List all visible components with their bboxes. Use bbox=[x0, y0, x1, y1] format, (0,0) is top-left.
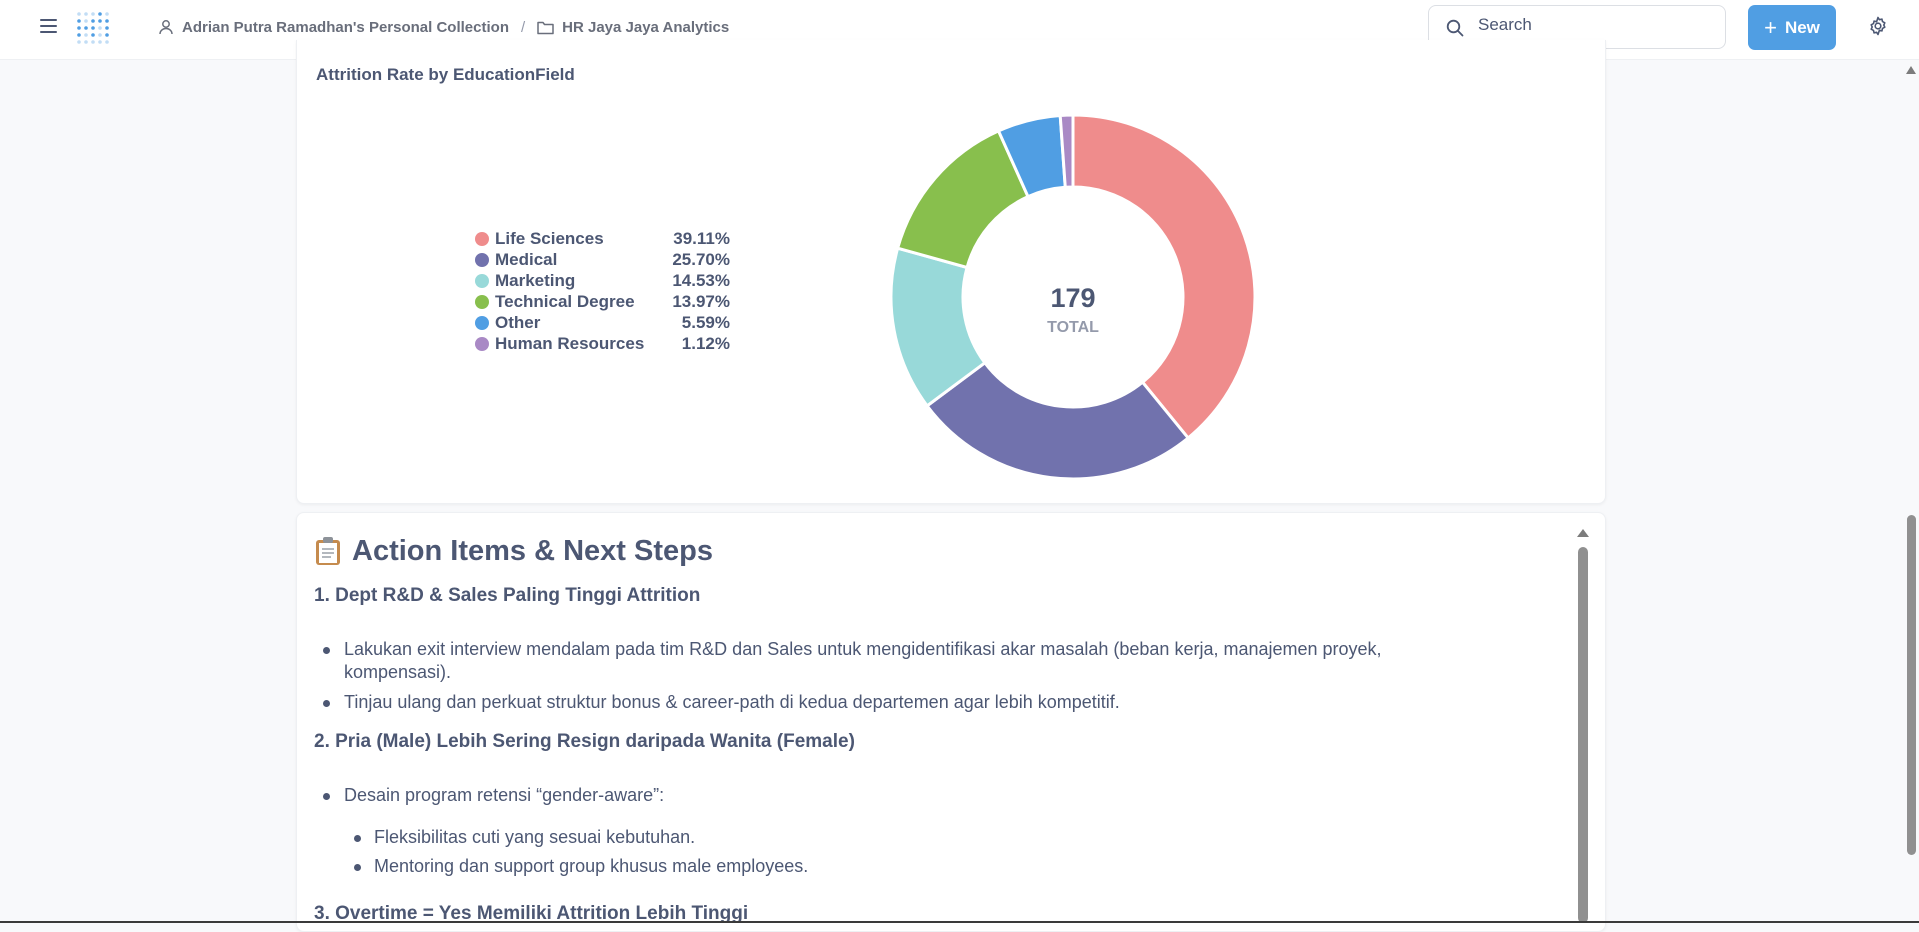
scrollbar-thumb[interactable] bbox=[1578, 547, 1588, 923]
legend-item[interactable]: Medical 25.70% bbox=[475, 249, 730, 270]
gear-icon[interactable] bbox=[1868, 16, 1888, 36]
legend-label: Technical Degree bbox=[495, 291, 635, 311]
sub-list-item: Mentoring dan support group khusus male … bbox=[353, 856, 809, 876]
legend-value: 5.59% bbox=[681, 312, 730, 332]
legend-dot bbox=[475, 294, 489, 309]
scrollbar-thumb[interactable] bbox=[1907, 515, 1916, 855]
legend-value: 13.97% bbox=[672, 291, 730, 311]
card-scrollbar[interactable] bbox=[1576, 529, 1590, 927]
donut-total-label: TOTAL bbox=[1047, 319, 1099, 336]
legend-item[interactable]: Life Sciences 39.11% bbox=[475, 228, 730, 249]
legend-value: 25.70% bbox=[672, 249, 730, 269]
person-icon bbox=[159, 20, 173, 35]
metabase-logo[interactable] bbox=[75, 9, 113, 47]
legend-value: 14.53% bbox=[672, 270, 730, 290]
legend-label: Medical bbox=[495, 249, 558, 269]
legend-item[interactable]: Marketing 14.53% bbox=[475, 270, 730, 291]
legend-label: Marketing bbox=[495, 270, 576, 290]
chart-title[interactable]: Attrition Rate by EducationField bbox=[316, 65, 575, 85]
donut-slice-life-sciences[interactable] bbox=[1071, 113, 1257, 441]
legend-label: Human Resources bbox=[495, 333, 645, 353]
new-button-label: New bbox=[1784, 17, 1820, 37]
plus-icon: + bbox=[1764, 14, 1777, 40]
breadcrumb-dashboard[interactable]: HR Jaya Jaya Analytics bbox=[562, 19, 729, 36]
breadcrumb: Adrian Putra Ramadhan's Personal Collect… bbox=[158, 17, 729, 37]
action-items-title: Action Items & Next Steps bbox=[314, 533, 713, 569]
section-heading-2: 2. Pria (Male) Lebih Sering Resign darip… bbox=[314, 731, 855, 752]
list-item-continuation: kompensasi). bbox=[344, 662, 452, 682]
breadcrumb-collection[interactable]: Adrian Putra Ramadhan's Personal Collect… bbox=[182, 19, 509, 36]
new-button[interactable]: + New bbox=[1748, 5, 1836, 50]
folder-icon bbox=[537, 21, 554, 34]
legend-dot bbox=[475, 273, 489, 288]
clipboard-icon bbox=[316, 537, 340, 565]
legend-dot bbox=[475, 231, 489, 246]
list-item: Lakukan exit interview mendalam pada tim… bbox=[323, 639, 1382, 659]
legend-dot bbox=[475, 315, 489, 330]
legend-dot bbox=[475, 252, 489, 267]
page-scrollbar[interactable] bbox=[1903, 60, 1919, 923]
search-input[interactable] bbox=[1476, 14, 1710, 36]
chart-card: Attrition Rate by EducationField Life Sc… bbox=[296, 40, 1606, 504]
donut-total-value: 179 bbox=[1050, 283, 1095, 313]
action-items-card: Action Items & Next Steps 1. Dept R&D & … bbox=[296, 512, 1606, 932]
scroll-up-arrow-icon[interactable] bbox=[1577, 529, 1589, 537]
donut-chart: 179 TOTAL bbox=[889, 113, 1257, 481]
breadcrumb-separator: / bbox=[520, 18, 526, 36]
search-icon bbox=[1446, 19, 1464, 37]
sub-list-item: Fleksibilitas cuti yang sesuai kebutuhan… bbox=[353, 827, 696, 847]
legend-item[interactable]: Other 5.59% bbox=[475, 312, 730, 333]
list-item: Tinjau ulang dan perkuat struktur bonus … bbox=[323, 692, 1120, 712]
hamburger-icon[interactable] bbox=[40, 19, 57, 34]
chart-legend: Life Sciences 39.11% Medical 25.70% Market… bbox=[475, 228, 730, 354]
legend-value: 39.11% bbox=[673, 228, 730, 248]
scroll-up-arrow-icon[interactable] bbox=[1906, 66, 1916, 74]
legend-item[interactable]: Technical Degree 13.97% bbox=[475, 291, 730, 312]
legend-item[interactable]: Human Resources 1.12% bbox=[475, 333, 730, 354]
list-item: Desain program retensi “gender-aware”: bbox=[322, 785, 665, 805]
action-items-title-text: Action Items & Next Steps bbox=[352, 534, 713, 567]
legend-dot bbox=[475, 336, 489, 351]
section-heading-1: 1. Dept R&D & Sales Paling Tinggi Attrit… bbox=[314, 585, 701, 606]
legend-label: Life Sciences bbox=[495, 228, 604, 248]
legend-label: Other bbox=[495, 312, 541, 332]
legend-value: 1.12% bbox=[681, 333, 730, 353]
